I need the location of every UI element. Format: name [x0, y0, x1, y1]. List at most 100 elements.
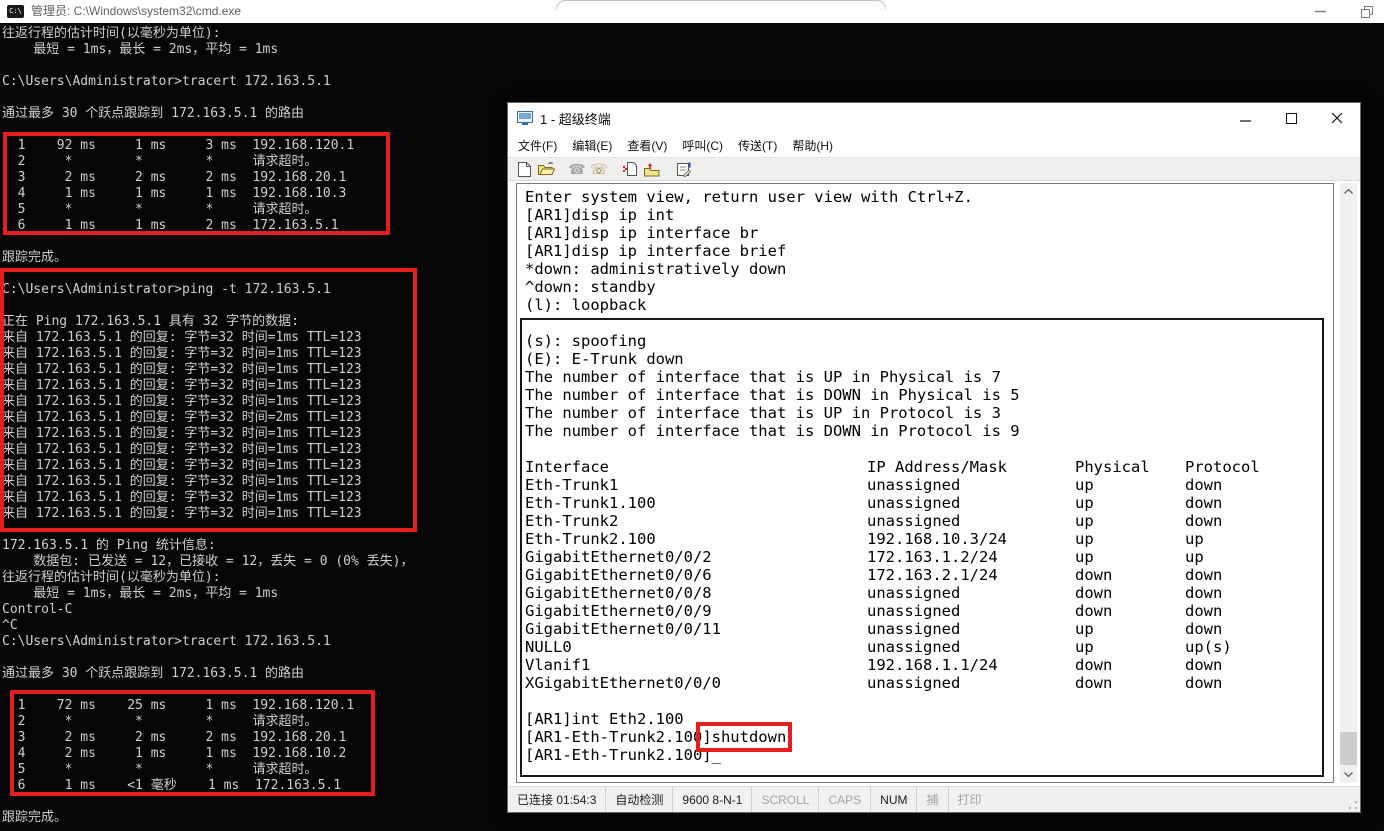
cell-ip-mask: unassigned: [867, 476, 1075, 494]
menu-item[interactable]: 呼叫(C): [682, 137, 723, 154]
cell-protocol: down: [1185, 602, 1333, 620]
console-line: C:\Users\Administrator>tracert 172.163.5…: [2, 74, 1384, 90]
cell-physical: up: [1075, 476, 1185, 494]
status-scroll: SCROLL: [752, 787, 819, 812]
console-line: 往返行程的估计时间(以毫秒为单位):: [2, 26, 1384, 42]
hyperterminal-menubar: 文件(F) 编辑(E) 查看(V) 呼叫(C) 传送(T) 帮助(H): [508, 133, 1360, 157]
interface-table-row: Eth-Trunk1.100 unassigned up down: [525, 494, 1333, 512]
interface-table-row: GigabitEthernet0/0/2 172.163.1.2/24 up u…: [525, 548, 1333, 566]
cell-physical: up: [1075, 530, 1185, 548]
scrollbar-thumb[interactable]: [1340, 732, 1357, 765]
send-file-icon[interactable]: [619, 159, 641, 180]
cell-physical: up: [1075, 620, 1185, 638]
col-protocol: Protocol: [1185, 458, 1333, 476]
cell-protocol: down: [1185, 584, 1333, 602]
cell-physical: down: [1075, 602, 1185, 620]
open-folder-icon[interactable]: [535, 159, 557, 180]
col-physical: Physical: [1075, 458, 1185, 476]
menu-item[interactable]: 查看(V): [627, 137, 667, 154]
cell-ip-mask: 172.163.1.2/24: [867, 548, 1075, 566]
status-autodetect: 自动检测: [606, 787, 673, 812]
terminal-scrollbar[interactable]: [1340, 183, 1357, 783]
terminal-pre-block: Enter system view, return user view with…: [525, 188, 1333, 314]
cell-protocol: down: [1185, 494, 1333, 512]
terminal-screen[interactable]: Enter system view, return user view with…: [516, 183, 1334, 783]
maximize-icon: [1286, 113, 1297, 124]
close-icon: [1331, 112, 1343, 124]
scroll-down-icon[interactable]: [1340, 766, 1357, 783]
terminal-line: The number of interface that is UP in Ph…: [525, 368, 1333, 386]
interface-table-row: Eth-Trunk1 unassigned up down: [525, 476, 1333, 494]
col-interface: Interface: [525, 458, 867, 476]
console-line: 跟踪完成。: [2, 810, 1384, 826]
receive-file-icon[interactable]: [641, 159, 663, 180]
hyperterminal-window: 1 - 超级终端 文件(F)编辑(E)查看(V)呼叫(C)传送(T)帮助(H): [508, 103, 1360, 812]
terminal-line: [AR1]disp ip int: [525, 206, 1333, 224]
cell-ip-mask: unassigned: [867, 638, 1075, 656]
interface-table-row: Vlanif1 192.168.1.1/24 down down: [525, 656, 1333, 674]
console-line: [2, 58, 1384, 74]
cmd-titlebar: C:\ 管理员: C:\Windows\system32\cmd.exe: [0, 0, 1384, 23]
terminal-line: [AR1]disp ip interface br: [525, 224, 1333, 242]
cell-interface: GigabitEthernet0/0/9: [525, 602, 867, 620]
cell-interface: GigabitEthernet0/0/2: [525, 548, 867, 566]
menu-item[interactable]: 传送(T): [738, 137, 777, 154]
interface-table-row: GigabitEthernet0/0/9 unassigned down dow…: [525, 602, 1333, 620]
cell-protocol: down: [1185, 656, 1333, 674]
cmd-minimize-button[interactable]: [1303, 0, 1337, 23]
new-document-icon[interactable]: [513, 159, 535, 180]
ht-minimize-button[interactable]: [1222, 103, 1268, 133]
resize-grip[interactable]: [1348, 800, 1358, 810]
cell-ip-mask: 172.163.2.1/24: [867, 566, 1075, 584]
hyperterminal-icon: [517, 111, 533, 125]
hangup-phone-icon[interactable]: ☏: [588, 159, 610, 180]
shutdown-annotation: ]shutdown: [702, 728, 786, 746]
command-prompt-cursor: [AR1-Eth-Trunk2.100]_: [525, 746, 1333, 764]
cell-physical: down: [1075, 674, 1185, 692]
cell-ip-mask: unassigned: [867, 584, 1075, 602]
terminal-content: Enter system view, return user view with…: [517, 184, 1333, 782]
interface-table-row: Eth-Trunk2 unassigned up down: [525, 512, 1333, 530]
col-ip-mask: IP Address/Mask: [867, 458, 1075, 476]
menu-item[interactable]: 帮助(H): [792, 137, 833, 154]
cell-physical: down: [1075, 584, 1185, 602]
cell-protocol: down: [1185, 620, 1333, 638]
cell-interface: Eth-Trunk1.100: [525, 494, 867, 512]
cell-interface: Vlanif1: [525, 656, 867, 674]
status-caps: CAPS: [819, 787, 871, 812]
cell-interface: Eth-Trunk1: [525, 476, 867, 494]
interface-table-body: Eth-Trunk1 unassigned up down Eth-Trunk1…: [525, 476, 1333, 692]
console-line: 最短 = 1ms，最长 = 2ms，平均 = 1ms: [2, 42, 1384, 58]
interface-table-row: NULL0 unassigned up up(s): [525, 638, 1333, 656]
ht-maximize-button[interactable]: [1268, 103, 1314, 133]
cell-physical: up: [1075, 494, 1185, 512]
terminal-line: Enter system view, return user view with…: [525, 188, 1333, 206]
cell-interface: GigabitEthernet0/0/11: [525, 620, 867, 638]
status-print: 打印: [949, 787, 991, 812]
cell-protocol: up: [1185, 530, 1333, 548]
scroll-up-icon[interactable]: [1340, 183, 1357, 200]
cell-ip-mask: unassigned: [867, 494, 1075, 512]
hyperterminal-statusbar: 已连接 01:54:3 自动检测 9600 8-N-1 SCROLL CAPS …: [508, 786, 1360, 812]
cell-protocol: down: [1185, 476, 1333, 494]
cell-interface: Eth-Trunk2: [525, 512, 867, 530]
hyperterminal-toolbar: ☎ ☏: [508, 157, 1360, 181]
cell-interface: GigabitEthernet0/0/6: [525, 566, 867, 584]
properties-icon[interactable]: [672, 159, 694, 180]
interface-table-header: Interface IP Address/Mask Physical Proto…: [525, 458, 1333, 476]
terminal-line: The number of interface that is DOWN in …: [525, 422, 1333, 440]
interface-table-row: GigabitEthernet0/0/8 unassigned down dow…: [525, 584, 1333, 602]
interface-table-row: XGigabitEthernet0/0/0 unassigned down do…: [525, 674, 1333, 692]
cell-interface: NULL0: [525, 638, 867, 656]
restore-icon: [1361, 6, 1373, 18]
cmd-icon: C:\: [7, 5, 24, 18]
status-num: NUM: [871, 787, 917, 812]
terminal-line: The number of interface that is UP in Pr…: [525, 404, 1333, 422]
command-line-shutdown: [AR1-Eth-Trunk2.100]shutdown: [525, 728, 1333, 746]
cmd-restore-button[interactable]: [1350, 0, 1384, 23]
call-phone-icon[interactable]: ☎: [566, 159, 588, 180]
menu-item[interactable]: 文件(F): [518, 137, 557, 154]
menu-item[interactable]: 编辑(E): [572, 137, 612, 154]
cell-physical: up: [1075, 548, 1185, 566]
ht-close-button[interactable]: [1314, 103, 1360, 133]
